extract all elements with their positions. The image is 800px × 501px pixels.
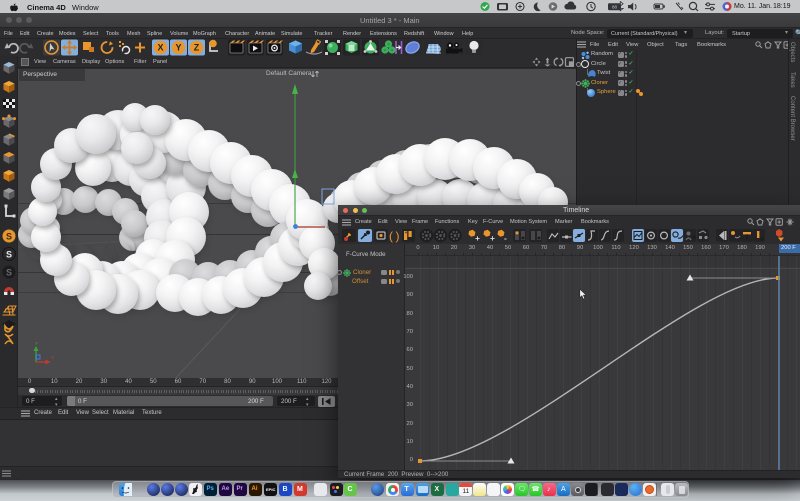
svg-text:Y: Y: [35, 341, 38, 346]
svg-text:Z: Z: [194, 43, 200, 53]
svg-text:X: X: [157, 43, 163, 53]
svg-text:Y: Y: [175, 43, 181, 53]
svg-text:): ): [396, 229, 400, 243]
svg-text:+: +: [475, 233, 480, 243]
svg-text:-: -: [504, 233, 507, 243]
svg-text:X: X: [51, 355, 54, 360]
svg-text:S: S: [6, 250, 12, 260]
svg-text:(: (: [389, 229, 393, 243]
svg-text:S: S: [6, 268, 12, 278]
svg-text:88: 88: [612, 5, 618, 10]
svg-text:S: S: [6, 232, 12, 242]
svg-text:+: +: [490, 233, 495, 243]
